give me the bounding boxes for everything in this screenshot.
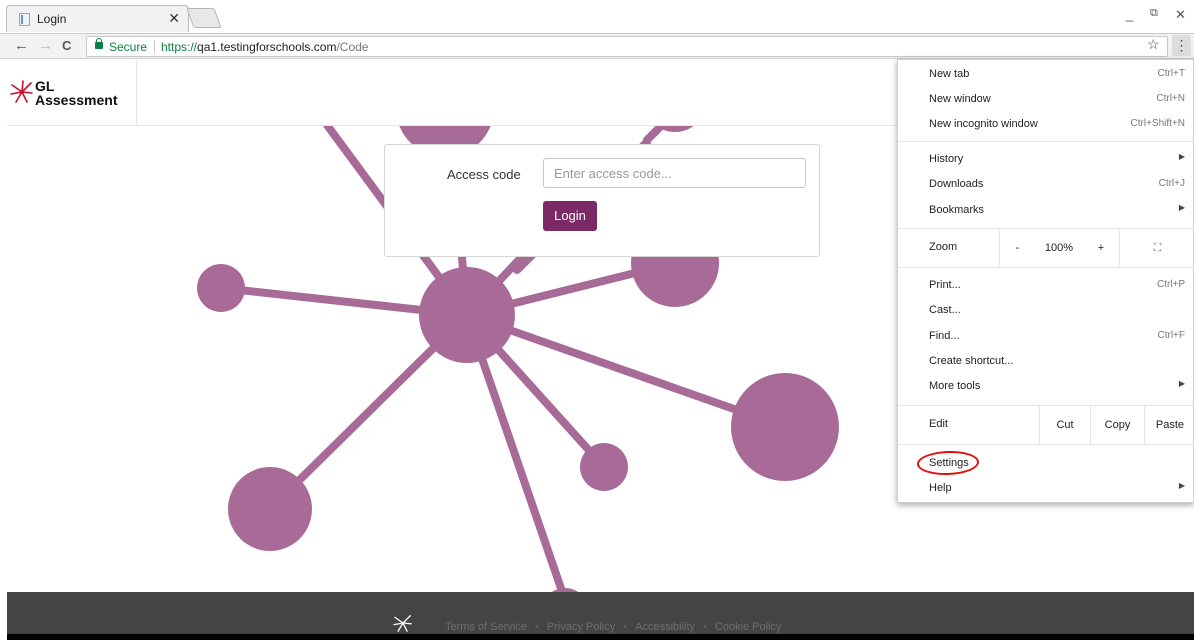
chrome-menu: New tab Ctrl+T New window Ctrl+N New inc… bbox=[897, 59, 1194, 503]
restore-icon[interactable]: ⧉ bbox=[1150, 7, 1158, 20]
footer-bullet: • bbox=[623, 621, 628, 633]
menu-item-label: Bookmarks bbox=[929, 204, 985, 216]
zoom-level: 100% bbox=[1044, 242, 1074, 254]
menu-item-shortcut: Ctrl+T bbox=[1157, 68, 1186, 79]
edit-row: Edit Cut Copy Paste bbox=[898, 406, 1194, 444]
copy-button[interactable]: Copy bbox=[1090, 406, 1144, 444]
page-icon bbox=[19, 13, 30, 26]
menu-item-label: More tools bbox=[929, 380, 981, 392]
url-path: /Code bbox=[336, 40, 369, 54]
menu-item-downloads[interactable]: Downloads Ctrl+J bbox=[898, 172, 1194, 197]
privacy-link[interactable]: Privacy Policy bbox=[547, 621, 615, 633]
network-node bbox=[228, 467, 312, 551]
menu-item-shortcut: Ctrl+N bbox=[1156, 93, 1185, 104]
submenu-arrow-icon: ▶ bbox=[1178, 481, 1185, 490]
submenu-arrow-icon: ▶ bbox=[1178, 203, 1185, 212]
menu-item-find[interactable]: Find... Ctrl+F bbox=[898, 324, 1194, 349]
forward-icon[interactable]: → bbox=[38, 37, 53, 55]
minimize-icon[interactable]: _ bbox=[1126, 7, 1133, 22]
menu-item-bookmarks[interactable]: Bookmarks ▶ bbox=[898, 198, 1194, 223]
logo-star-icon bbox=[10, 80, 33, 103]
menu-item-shortcut: Ctrl+Shift+N bbox=[1130, 118, 1185, 129]
site-footer: Terms of Service • Privacy Policy • Accessib… bbox=[7, 592, 1194, 640]
menu-item-new-tab[interactable]: New tab Ctrl+T bbox=[898, 62, 1194, 87]
footer-links: Terms of Service • Privacy Policy • Accessib… bbox=[445, 621, 790, 633]
cookie-link[interactable]: Cookie Policy bbox=[715, 621, 782, 633]
menu-item-new-window[interactable]: New window Ctrl+N bbox=[898, 87, 1194, 112]
window-close-icon[interactable]: ✕ bbox=[1175, 7, 1186, 23]
zoom-in-button[interactable]: + bbox=[1083, 229, 1119, 267]
zoom-row: Zoom - 100% + ⛶ bbox=[898, 229, 1194, 267]
menu-item-label: New incognito window bbox=[929, 118, 1038, 130]
terms-link[interactable]: Terms of Service bbox=[445, 621, 527, 633]
url-scheme: https:// bbox=[161, 40, 198, 54]
footer-bullet: • bbox=[534, 621, 539, 633]
address-bar[interactable]: Secure https://qa1.testingforschools.com… bbox=[86, 36, 1168, 57]
menu-separator bbox=[898, 141, 1194, 142]
divider bbox=[154, 40, 155, 53]
zoom-out-button[interactable]: - bbox=[999, 229, 1035, 267]
access-code-input[interactable]: Enter access code... bbox=[543, 158, 806, 188]
menu-item-label: New tab bbox=[929, 68, 970, 80]
access-code-label: Access code bbox=[447, 167, 521, 182]
menu-item-history[interactable]: History ▶ bbox=[898, 147, 1194, 172]
login-card: Access code Enter access code... Login bbox=[384, 144, 820, 257]
menu-item-help[interactable]: Help ▶ bbox=[898, 476, 1194, 501]
menu-item-label: New window bbox=[929, 93, 991, 105]
menu-item-label: Create shortcut... bbox=[929, 355, 1014, 367]
network-node bbox=[731, 373, 839, 481]
chrome-menu-button[interactable]: ⋮ bbox=[1172, 35, 1191, 56]
tab-strip: Login ✕ _ ⧉ ✕ bbox=[0, 0, 1194, 33]
tab-close-icon[interactable]: ✕ bbox=[168, 10, 180, 27]
menu-item-label: History bbox=[929, 153, 964, 165]
logo-text: GL Assessment bbox=[35, 79, 118, 107]
menu-item-create-shortcut[interactable]: Create shortcut... bbox=[898, 349, 1194, 374]
menu-item-label: Print... bbox=[929, 279, 961, 291]
menu-item-print[interactable]: Print... Ctrl+P bbox=[898, 273, 1194, 298]
menu-item-cast[interactable]: Cast... bbox=[898, 298, 1194, 323]
tab-title: Login bbox=[37, 12, 67, 26]
secure-label: Secure bbox=[109, 40, 148, 54]
menu-item-label: Help bbox=[929, 482, 952, 494]
menu-item-label: Cast... bbox=[929, 304, 961, 316]
menu-item-label: Find... bbox=[929, 330, 960, 342]
menu-item-more-tools[interactable]: More tools ▶ bbox=[898, 374, 1194, 399]
menu-item-shortcut: Ctrl+F bbox=[1157, 330, 1186, 341]
logo-line-2: Assessment bbox=[35, 92, 118, 108]
menu-separator bbox=[898, 444, 1194, 445]
network-node bbox=[197, 264, 245, 312]
bookmark-star-icon[interactable]: ☆ bbox=[1147, 36, 1160, 53]
reload-icon[interactable]: C bbox=[62, 37, 71, 55]
logo-line-1: GL bbox=[35, 78, 55, 94]
footer-logo-icon bbox=[393, 614, 412, 632]
new-tab-button[interactable] bbox=[186, 8, 222, 28]
url-host: qa1.testingforschools.com bbox=[197, 40, 337, 54]
menu-item-shortcut: Ctrl+P bbox=[1156, 279, 1185, 290]
menu-item-new-incognito[interactable]: New incognito window Ctrl+Shift+N bbox=[898, 112, 1194, 137]
browser-toolbar: ← → C Secure https://qa1.testingforschoo… bbox=[0, 33, 1194, 59]
network-node bbox=[580, 443, 628, 491]
submenu-arrow-icon: ▶ bbox=[1178, 152, 1185, 161]
fullscreen-icon[interactable]: ⛶ bbox=[1119, 229, 1194, 267]
tab-login[interactable]: Login ✕ bbox=[6, 5, 189, 32]
submenu-arrow-icon: ▶ bbox=[1178, 379, 1185, 388]
url-text[interactable]: https://qa1.testingforschools.com/Code bbox=[161, 40, 368, 54]
network-node bbox=[419, 267, 515, 363]
accessibility-link[interactable]: Accessibility bbox=[635, 621, 695, 633]
menu-item-shortcut: Ctrl+J bbox=[1158, 178, 1185, 189]
menu-item-label: Downloads bbox=[929, 178, 984, 190]
edit-label: Edit bbox=[929, 418, 948, 430]
cut-button[interactable]: Cut bbox=[1039, 406, 1090, 444]
footer-bottom-bar bbox=[7, 634, 1194, 640]
menu-separator bbox=[898, 267, 1194, 268]
footer-bullet: • bbox=[703, 621, 707, 633]
gl-assessment-logo[interactable]: GL Assessment bbox=[7, 60, 137, 126]
back-icon[interactable]: ← bbox=[14, 37, 29, 55]
paste-button[interactable]: Paste bbox=[1144, 406, 1194, 444]
lock-icon bbox=[95, 38, 103, 49]
zoom-label: Zoom bbox=[929, 241, 958, 253]
login-button[interactable]: Login bbox=[543, 201, 597, 231]
